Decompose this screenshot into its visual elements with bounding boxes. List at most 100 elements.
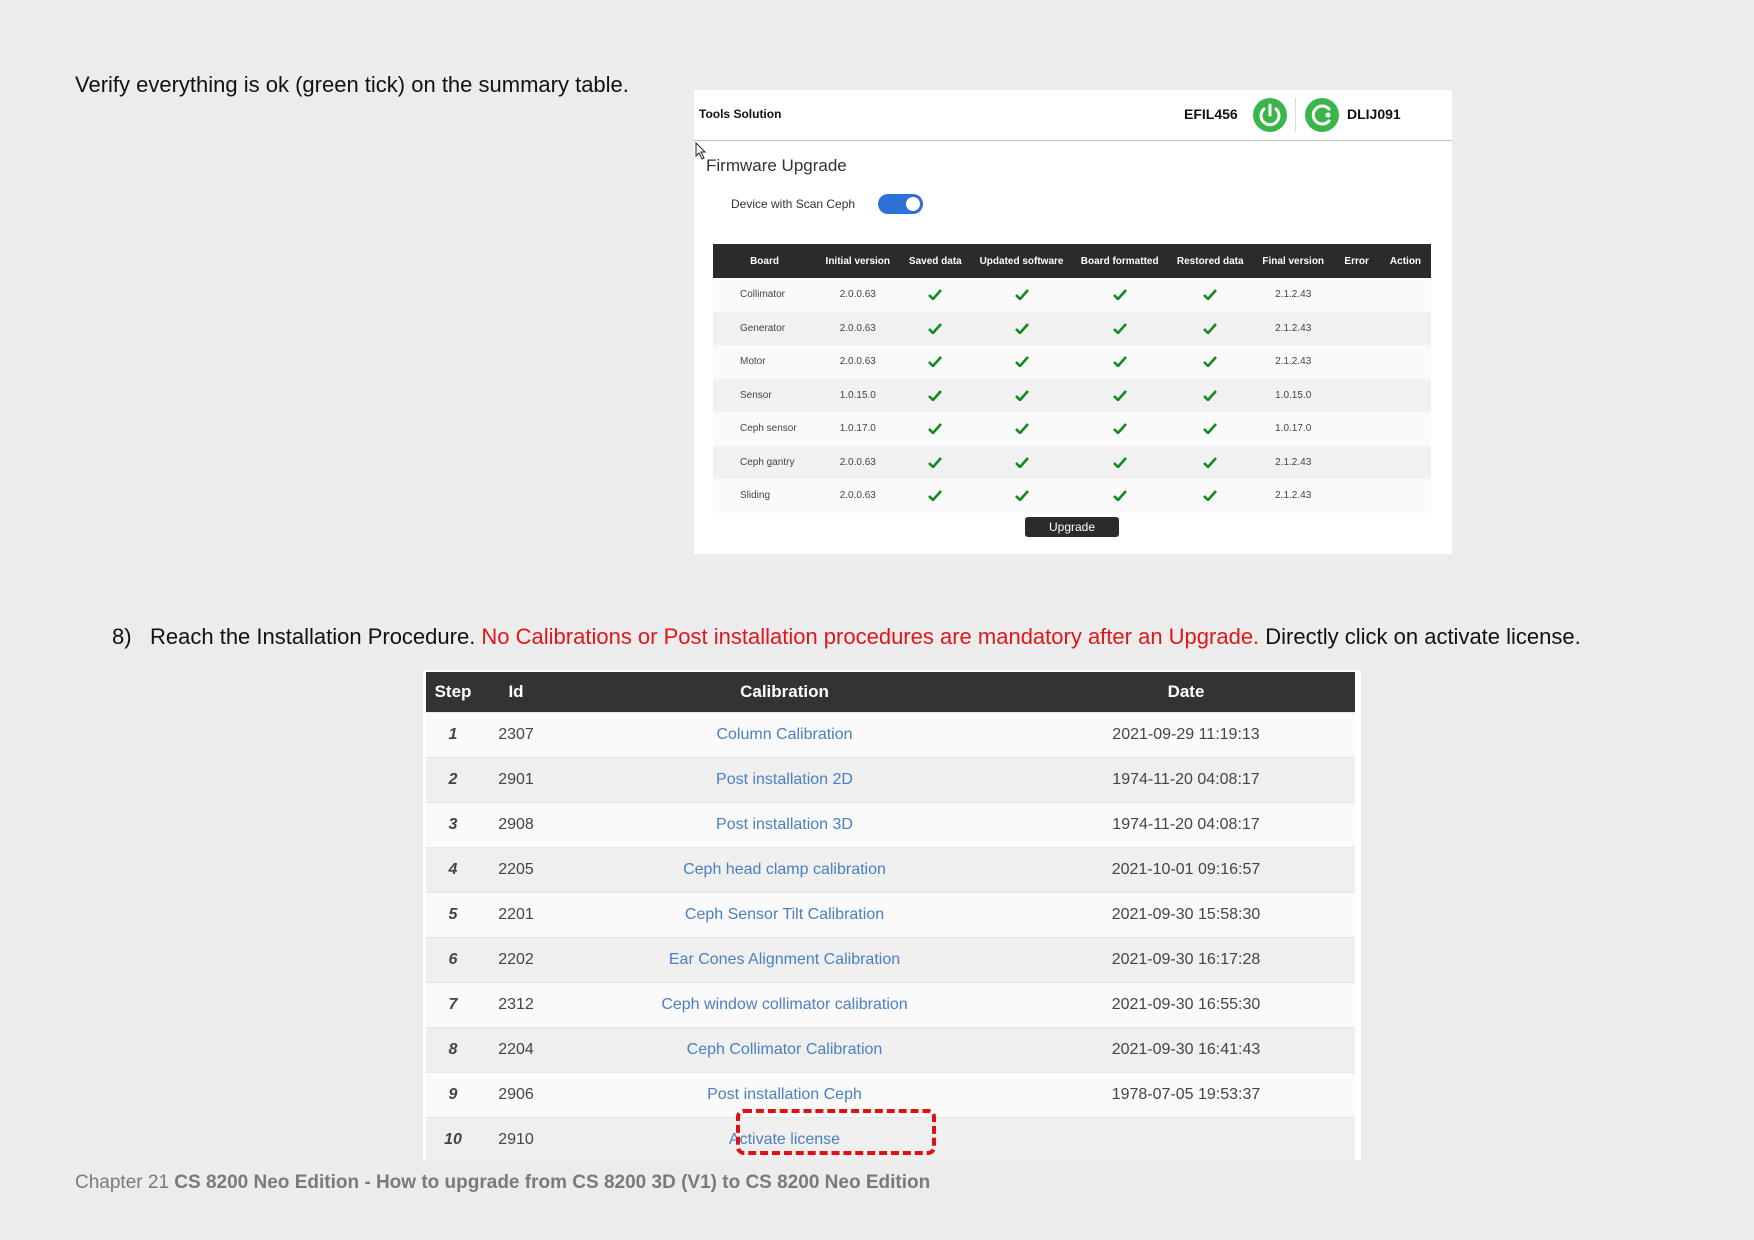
initial-version: 2.0.0.63 xyxy=(816,479,900,513)
calibration-link[interactable]: Ear Cones Alignment Calibration xyxy=(669,951,900,968)
updated-software-cell xyxy=(971,311,1072,345)
fw-column-header: Updated software xyxy=(971,244,1072,278)
step-warning: No Calibrations or Post installation pro… xyxy=(481,624,1260,649)
error-cell xyxy=(1333,311,1380,345)
check-icon xyxy=(1014,456,1029,468)
updated-software-cell xyxy=(971,378,1072,412)
fw-table-row: Collimator 2.0.0.63 2.1.2.43 xyxy=(713,278,1431,312)
board-name: Sliding xyxy=(713,479,817,513)
saved-data-cell xyxy=(899,345,972,379)
cal-id: 2204 xyxy=(480,1027,552,1073)
cal-date: 1978-07-05 19:53:37 xyxy=(1017,1072,1355,1118)
check-icon xyxy=(928,490,943,502)
board-name: Generator xyxy=(713,311,817,345)
board-formatted-cell xyxy=(1071,311,1168,345)
check-icon xyxy=(1112,456,1127,468)
cal-name-cell: Ceph window collimator calibration xyxy=(552,982,1017,1028)
action-cell xyxy=(1379,345,1431,379)
board-formatted-cell xyxy=(1071,412,1168,446)
cal-id: 2312 xyxy=(480,982,552,1028)
cal-id: 2906 xyxy=(480,1072,552,1118)
cal-table-row: 3 2908 Post installation 3D 1974-11-20 04:0… xyxy=(426,802,1355,848)
cal-step: 9 xyxy=(426,1072,480,1118)
fw-column-header: Board xyxy=(713,244,817,278)
error-cell xyxy=(1333,479,1380,513)
calibration-link[interactable]: Ceph Sensor Tilt Calibration xyxy=(685,906,884,923)
fw-column-header: Board formatted xyxy=(1071,244,1168,278)
cal-name-cell: Ear Cones Alignment Calibration xyxy=(552,937,1017,983)
check-icon xyxy=(1112,490,1127,502)
action-cell xyxy=(1379,479,1431,513)
action-cell xyxy=(1379,445,1431,479)
cal-date: 1974-11-20 04:08:17 xyxy=(1017,757,1355,803)
check-icon xyxy=(1203,389,1218,401)
calibration-link[interactable]: Post installation 2D xyxy=(716,771,853,788)
cal-name-cell: Post installation 3D xyxy=(552,802,1017,848)
final-version: 1.0.15.0 xyxy=(1253,378,1334,412)
fw-table-row: Generator 2.0.0.63 2.1.2.43 xyxy=(713,311,1431,345)
check-icon xyxy=(928,423,943,435)
cal-date: 2021-09-29 11:19:13 xyxy=(1017,712,1355,758)
cal-id: 2901 xyxy=(480,757,552,803)
restored-data-cell xyxy=(1167,345,1254,379)
calibration-link[interactable]: Post installation 3D xyxy=(716,816,853,833)
fw-column-header: Saved data xyxy=(899,244,972,278)
error-cell xyxy=(1333,345,1380,379)
calibration-link[interactable]: Post installation Ceph xyxy=(707,1086,862,1103)
calibration-link[interactable]: Ceph Collimator Calibration xyxy=(687,1041,883,1058)
check-icon xyxy=(1203,289,1218,301)
check-icon xyxy=(928,389,943,401)
saved-data-cell xyxy=(899,378,972,412)
fw-header: Tools Solution EFIL456 DLIJ091 xyxy=(694,90,1452,141)
cal-name-cell: Column Calibration xyxy=(552,712,1017,758)
error-cell xyxy=(1333,378,1380,412)
step-text-end: Directly click on activate license. xyxy=(1259,624,1581,649)
initial-version: 2.0.0.63 xyxy=(816,345,900,379)
updated-software-cell xyxy=(971,345,1072,379)
activate-license-highlight xyxy=(736,1109,936,1155)
power-icon[interactable] xyxy=(1252,97,1288,133)
final-version: 2.1.2.43 xyxy=(1253,278,1334,312)
cal-table-row: 1 2307 Column Calibration 2021-09-29 11:19:… xyxy=(426,712,1355,758)
check-icon xyxy=(1112,322,1127,334)
cal-column-header: Step xyxy=(426,672,480,713)
cal-date: 2021-10-01 09:16:57 xyxy=(1017,847,1355,893)
cal-date: 2021-09-30 16:17:28 xyxy=(1017,937,1355,983)
calibration-link[interactable]: Ceph head clamp calibration xyxy=(683,861,886,878)
upgrade-button[interactable]: Upgrade xyxy=(1025,517,1119,537)
fw-column-header: Action xyxy=(1379,244,1431,278)
check-icon xyxy=(1014,423,1029,435)
initial-version: 1.0.17.0 xyxy=(816,412,900,446)
connection-icon[interactable] xyxy=(1304,97,1340,133)
calibration-screenshot: Step Id Calibration Date 1 2307 Column Calibr… xyxy=(423,670,1361,1162)
calibration-link[interactable]: Ceph window collimator calibration xyxy=(661,996,907,1013)
cal-table-row: 7 2312 Ceph window collimator calibration 2… xyxy=(426,982,1355,1028)
cal-id: 2908 xyxy=(480,802,552,848)
cal-name-cell: Post installation 2D xyxy=(552,757,1017,803)
cal-date: 1974-11-20 04:08:17 xyxy=(1017,802,1355,848)
device-right-label: DLIJ091 xyxy=(1347,106,1401,122)
check-icon xyxy=(1112,423,1127,435)
restored-data-cell xyxy=(1167,479,1254,513)
board-formatted-cell xyxy=(1071,378,1168,412)
check-icon xyxy=(1014,289,1029,301)
board-formatted-cell xyxy=(1071,345,1168,379)
check-icon xyxy=(1014,490,1029,502)
initial-version: 1.0.15.0 xyxy=(816,378,900,412)
cal-step: 8 xyxy=(426,1027,480,1073)
check-icon xyxy=(1014,322,1029,334)
final-version: 2.1.2.43 xyxy=(1253,311,1334,345)
cal-name-cell: Ceph head clamp calibration xyxy=(552,847,1017,893)
cal-id: 2307 xyxy=(480,712,552,758)
check-icon xyxy=(1203,456,1218,468)
updated-software-cell xyxy=(971,479,1072,513)
cal-date: 2021-09-30 15:58:30 xyxy=(1017,892,1355,938)
saved-data-cell xyxy=(899,278,972,312)
firmware-summary-table: Board Initial version Saved data Updated so… xyxy=(713,244,1431,513)
check-icon xyxy=(1112,389,1127,401)
scan-ceph-toggle[interactable] xyxy=(878,194,923,214)
calibration-link[interactable]: Column Calibration xyxy=(716,726,852,743)
updated-software-cell xyxy=(971,445,1072,479)
board-name: Sensor xyxy=(713,378,817,412)
cal-table-row: 5 2201 Ceph Sensor Tilt Calibration 2021-09… xyxy=(426,892,1355,938)
